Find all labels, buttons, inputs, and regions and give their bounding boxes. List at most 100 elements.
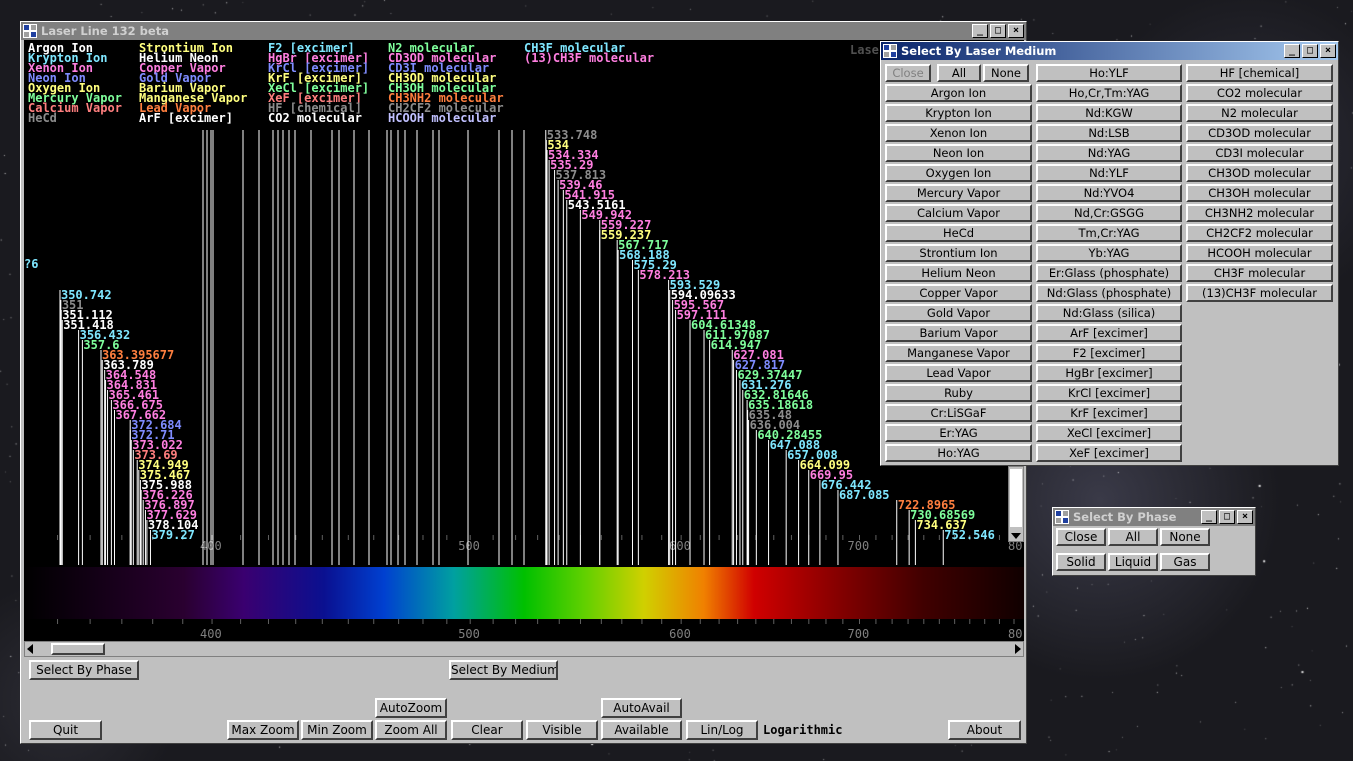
scroll-down-icon[interactable] — [1011, 533, 1021, 539]
medium-button-lead-vapor[interactable]: Lead Vapor — [885, 364, 1032, 382]
phase-button-liquid[interactable]: Liquid — [1108, 553, 1158, 571]
medium-button-ch3oh-molecular[interactable]: CH3OH molecular — [1186, 184, 1333, 202]
medium-button-cr-lisgaf[interactable]: Cr:LiSGaF — [885, 404, 1032, 422]
min-zoom-button[interactable]: Min Zoom — [301, 720, 373, 740]
phase-button-all[interactable]: All — [1108, 528, 1158, 546]
medium-button-ch3nh2-molecular[interactable]: CH3NH2 molecular — [1186, 204, 1333, 222]
phase-button-gas[interactable]: Gas — [1160, 553, 1210, 571]
medium-button-hgbr-excimer[interactable]: HgBr [excimer] — [1036, 364, 1182, 382]
horizontal-scrollbar[interactable] — [24, 641, 1024, 657]
medium-button-ruby[interactable]: Ruby — [885, 384, 1032, 402]
clear-button[interactable]: Clear — [451, 720, 523, 740]
legend-item: HeCd — [28, 111, 57, 125]
medium-button-arf-excimer[interactable]: ArF [excimer] — [1036, 324, 1182, 342]
medium-button-nd-glass-silica[interactable]: Nd:Glass (silica) — [1036, 304, 1182, 322]
quit-button[interactable]: Quit — [29, 720, 102, 740]
medium-button-er-yag[interactable]: Er:YAG — [885, 424, 1032, 442]
medium-button-gold-vapor[interactable]: Gold Vapor — [885, 304, 1032, 322]
medium-button-nd-lsb[interactable]: Nd:LSB — [1036, 124, 1182, 142]
main-window-titlebar[interactable]: Laser Line 132 beta _ □ × — [21, 22, 1026, 40]
medium-button-ho-ylf[interactable]: Ho:YLF — [1036, 64, 1182, 82]
close-icon[interactable]: × — [1320, 44, 1336, 58]
visible-button[interactable]: Visible — [526, 720, 598, 740]
phase-button-solid[interactable]: Solid — [1056, 553, 1106, 571]
hscroll-thumb[interactable] — [51, 643, 105, 655]
medium-button-calcium-vapor[interactable]: Calcium Vapor — [885, 204, 1032, 222]
medium-button-krcl-excimer[interactable]: KrCl [excimer] — [1036, 384, 1182, 402]
medium-button-ho-cr-tm-yag[interactable]: Ho,Cr,Tm:YAG — [1036, 84, 1182, 102]
medium-button-yb-yag[interactable]: Yb:YAG — [1036, 244, 1182, 262]
medium-button-manganese-vapor[interactable]: Manganese Vapor — [885, 344, 1032, 362]
medium-button-none[interactable]: None — [983, 64, 1029, 82]
vertical-scrollbar[interactable] — [1008, 466, 1024, 542]
lin-log-button[interactable]: Lin/Log — [686, 720, 758, 740]
medium-button-neon-ion[interactable]: Neon Ion — [885, 144, 1032, 162]
medium-button-ch3od-molecular[interactable]: CH3OD molecular — [1186, 164, 1333, 182]
medium-button-cd3i-molecular[interactable]: CD3I molecular — [1186, 144, 1333, 162]
medium-button-argon-ion[interactable]: Argon Ion — [885, 84, 1032, 102]
phase-button-close[interactable]: Close — [1056, 528, 1106, 546]
scroll-left-icon[interactable] — [27, 644, 33, 654]
select-by-medium-button[interactable]: Select By Medium — [449, 660, 558, 680]
available-button[interactable]: Available — [601, 720, 682, 740]
medium-button-xenon-ion[interactable]: Xenon Ion — [885, 124, 1032, 142]
medium-button-nd-yvo4[interactable]: Nd:YVO4 — [1036, 184, 1182, 202]
medium-button-tm-cr-yag[interactable]: Tm,Cr:YAG — [1036, 224, 1182, 242]
medium-button-ch2cf2-molecular[interactable]: CH2CF2 molecular — [1186, 224, 1333, 242]
medium-button-strontium-ion[interactable]: Strontium Ion — [885, 244, 1032, 262]
medium-button-close[interactable]: Close — [885, 64, 931, 82]
medium-button-krypton-ion[interactable]: Krypton Ion — [885, 104, 1032, 122]
medium-button-13-ch3f-molecular[interactable]: (13)CH3F molecular — [1186, 284, 1333, 302]
medium-button-nd-yag[interactable]: Nd:YAG — [1036, 144, 1182, 162]
legend-item: CO2 molecular — [268, 111, 362, 125]
medium-button-nd-kgw[interactable]: Nd:KGW — [1036, 104, 1182, 122]
medium-button-oxygen-ion[interactable]: Oxygen Ion — [885, 164, 1032, 182]
app-icon — [1055, 510, 1069, 524]
medium-button-xecl-excimer[interactable]: XeCl [excimer] — [1036, 424, 1182, 442]
max-zoom-button[interactable]: Max Zoom — [227, 720, 299, 740]
medium-button-er-glass-phosphate[interactable]: Er:Glass (phosphate) — [1036, 264, 1182, 282]
minimize-icon[interactable]: _ — [972, 24, 988, 38]
autoavail-button[interactable]: AutoAvail — [601, 698, 682, 718]
minimize-icon[interactable]: _ — [1201, 510, 1217, 524]
scroll-thumb[interactable] — [1010, 469, 1022, 527]
maximize-icon[interactable]: □ — [990, 24, 1006, 38]
medium-button-krf-excimer[interactable]: KrF [excimer] — [1036, 404, 1182, 422]
medium-button-nd-ylf[interactable]: Nd:YLF — [1036, 164, 1182, 182]
medium-button-barium-vapor[interactable]: Barium Vapor — [885, 324, 1032, 342]
close-icon[interactable]: × — [1237, 510, 1253, 524]
about-button[interactable]: About — [948, 720, 1021, 740]
legend-item: (13)CH3F molecular — [524, 51, 655, 65]
close-icon[interactable]: × — [1008, 24, 1024, 38]
medium-button-f2-excimer[interactable]: F2 [excimer] — [1036, 344, 1182, 362]
medium-button-all[interactable]: All — [937, 64, 981, 82]
medium-button-co2-molecular[interactable]: CO2 molecular — [1186, 84, 1333, 102]
medium-button-hf-chemical[interactable]: HF [chemical] — [1186, 64, 1333, 82]
autozoom-button[interactable]: AutoZoom — [375, 698, 447, 718]
medium-button-nd-cr-gsgg[interactable]: Nd,Cr:GSGG — [1036, 204, 1182, 222]
medium-button-xef-excimer[interactable]: XeF [excimer] — [1036, 444, 1182, 462]
zoom-all-button[interactable]: Zoom All — [375, 720, 447, 740]
medium-button-ho-yag[interactable]: Ho:YAG — [885, 444, 1032, 462]
medium-button-cd3od-molecular[interactable]: CD3OD molecular — [1186, 124, 1333, 142]
medium-button-nd-glass-phosphate[interactable]: Nd:Glass (phosphate) — [1036, 284, 1182, 302]
scroll-right-icon[interactable] — [1015, 644, 1021, 654]
maximize-icon[interactable]: □ — [1219, 510, 1235, 524]
maximize-icon[interactable]: □ — [1302, 44, 1318, 58]
select-by-phase-button[interactable]: Select By Phase — [29, 660, 139, 680]
axis-tick-label: 500 — [458, 539, 480, 553]
color-spectrum-bar — [24, 567, 1024, 619]
medium-window-titlebar[interactable]: Select By Laser Medium _ □ × — [881, 42, 1338, 60]
medium-button-hecd[interactable]: HeCd — [885, 224, 1032, 242]
medium-button-n2-molecular[interactable]: N2 molecular — [1186, 104, 1333, 122]
spectrum-plot[interactable]: 4004005005006006007007008080350.74235135… — [24, 130, 1024, 644]
medium-button-copper-vapor[interactable]: Copper Vapor — [885, 284, 1032, 302]
medium-button-hcooh-molecular[interactable]: HCOOH molecular — [1186, 244, 1333, 262]
medium-button-mercury-vapor[interactable]: Mercury Vapor — [885, 184, 1032, 202]
axis-tick-label: 600 — [669, 627, 691, 641]
phase-button-none[interactable]: None — [1160, 528, 1210, 546]
minimize-icon[interactable]: _ — [1284, 44, 1300, 58]
phase-window-titlebar[interactable]: Select By Phase _ □ × — [1053, 508, 1255, 526]
medium-button-ch3f-molecular[interactable]: CH3F molecular — [1186, 264, 1333, 282]
medium-button-helium-neon[interactable]: Helium Neon — [885, 264, 1032, 282]
